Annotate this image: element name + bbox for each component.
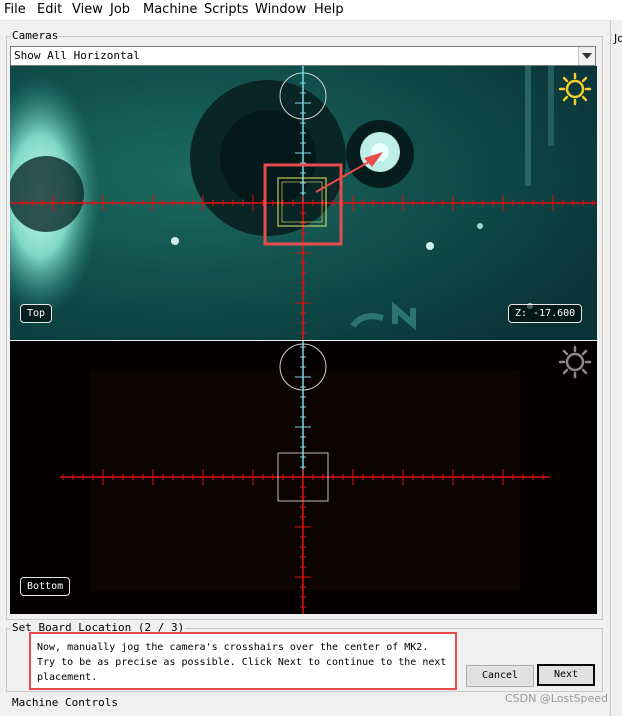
menu-help[interactable]: Help: [314, 2, 344, 18]
menu-machine[interactable]: Machine: [143, 2, 197, 18]
menu-scripts[interactable]: Scripts: [204, 2, 248, 18]
cancel-button[interactable]: Cancel: [466, 665, 534, 687]
bottom-camera-image: [10, 341, 597, 614]
cameras-title: Cameras: [11, 29, 60, 42]
instructions-text: Now, manually jog the camera's crosshair…: [29, 632, 457, 690]
bottom-camera-view[interactable]: Bottom: [10, 341, 597, 614]
dropdown-arrow-icon[interactable]: [578, 47, 595, 65]
camera-view-value: Show All Horizontal: [14, 49, 140, 62]
right-panel-title: Jo: [614, 32, 622, 45]
menu-view[interactable]: View: [72, 2, 103, 18]
right-docked-panel: Jo: [610, 20, 622, 716]
menu-file[interactable]: File: [4, 2, 26, 18]
menu-bar: File Edit View Job Machine Scripts Windo…: [0, 0, 622, 21]
camera-view-select[interactable]: Show All Horizontal: [10, 46, 596, 66]
z-readout: Z: -17.600: [508, 304, 583, 323]
top-light-sun-icon[interactable]: [558, 72, 592, 110]
menu-job[interactable]: Job: [110, 2, 130, 18]
top-camera-image: [10, 66, 597, 340]
next-button[interactable]: Next: [537, 664, 595, 686]
top-camera-view[interactable]: Top Z: -17.600: [10, 66, 597, 340]
top-camera-label: Top: [20, 304, 53, 323]
bottom-light-sun-icon[interactable]: [558, 345, 592, 383]
menu-edit[interactable]: Edit: [37, 2, 62, 18]
watermark: CSDN @LostSpeed: [504, 692, 608, 705]
menu-window[interactable]: Window: [255, 2, 306, 18]
bottom-camera-label: Bottom: [20, 577, 71, 596]
machine-controls-title: Machine Controls: [11, 696, 119, 709]
